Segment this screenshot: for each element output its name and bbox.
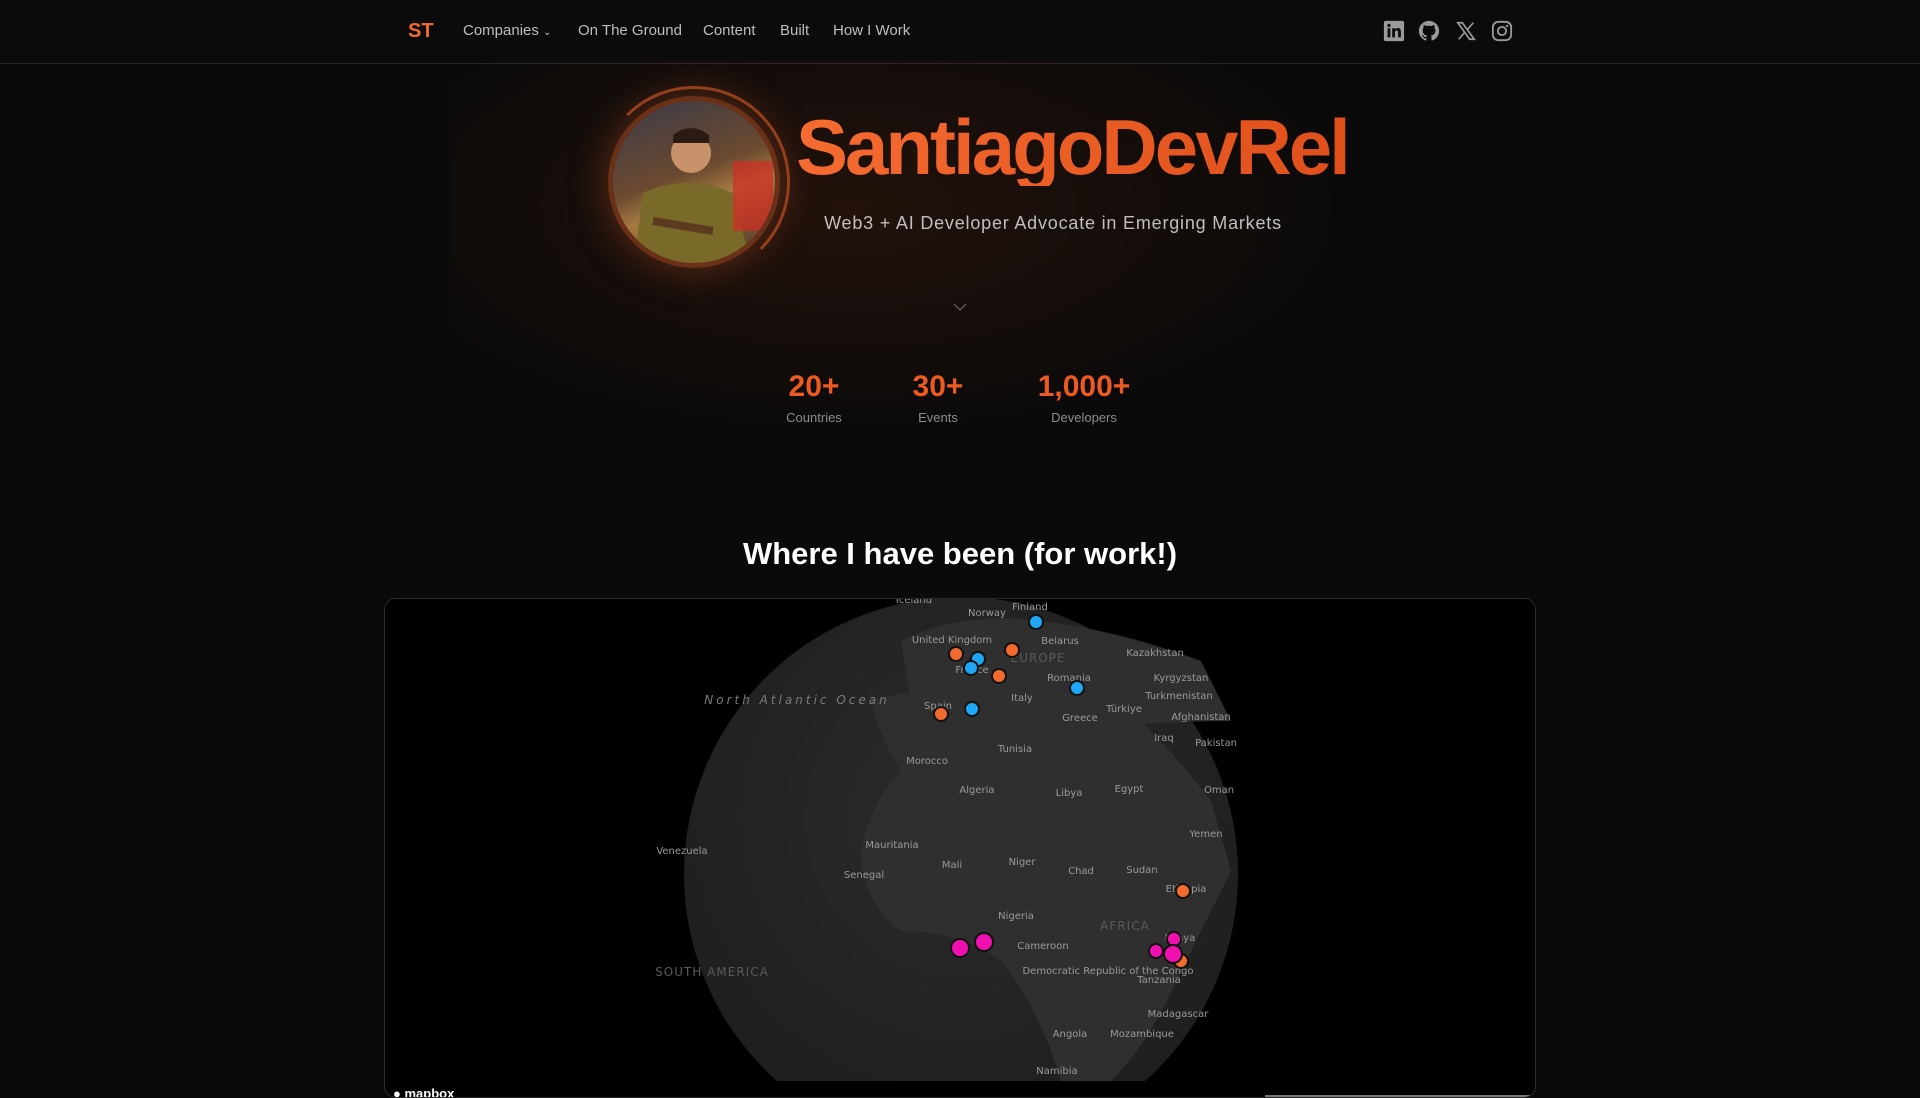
nav-content[interactable]: Content (703, 22, 756, 39)
map-label: Sudan (1126, 865, 1158, 876)
map-label: Algeria (959, 785, 994, 796)
map-label: Oman (1204, 785, 1234, 796)
hero-title: SantiagoDevRel (796, 103, 1351, 191)
map-label: Cameroon (1017, 941, 1068, 952)
map-label: Iraq (1154, 733, 1174, 744)
map-marker-orange[interactable] (948, 646, 964, 662)
scale-bar (1265, 1095, 1535, 1097)
mapbox-logo[interactable]: ● mapbox (393, 1086, 455, 1098)
map-marker-pink[interactable] (1163, 944, 1183, 964)
map-label: Iceland (896, 598, 932, 606)
map-label: Mozambique (1110, 1029, 1174, 1040)
stat-label: Events (918, 410, 958, 425)
map-label: Tanzania (1136, 975, 1181, 986)
map-marker-orange[interactable] (933, 706, 949, 722)
nav-label: Companies (463, 22, 539, 39)
linkedin-icon[interactable] (1383, 20, 1405, 42)
chevron-down-icon: ⌄ (543, 27, 552, 38)
map-label: United Kingdom (912, 635, 992, 646)
map-marker-blue[interactable] (963, 660, 979, 676)
map-label: Norway (968, 608, 1006, 619)
map-label: Kyrgyzstan (1154, 673, 1209, 684)
map-label: Tunisia (997, 744, 1032, 755)
map-label: Angola (1053, 1029, 1088, 1040)
x-icon[interactable] (1455, 20, 1477, 42)
avatar (608, 96, 780, 268)
nav-how-i-work[interactable]: How I Work (833, 22, 910, 39)
nav-built[interactable]: Built (780, 22, 809, 39)
top-nav: ST Companies ⌄ On The Ground Content Bui… (0, 0, 1920, 64)
map-heading: Where I have been (for work!) (742, 536, 1178, 571)
map-label: Italy (1011, 693, 1033, 704)
world-map[interactable]: Iceland Norway Finland United Kingdom Belaru… (384, 598, 1536, 1098)
map-label: Senegal (844, 870, 884, 881)
nav-on-the-ground[interactable]: On The Ground (578, 22, 682, 39)
map-label: Belarus (1041, 636, 1079, 647)
map-label: Greece (1062, 713, 1098, 724)
map-label: Morocco (906, 756, 948, 767)
map-label: Egypt (1115, 784, 1144, 795)
map-marker-orange[interactable] (1004, 642, 1020, 658)
map-label: Afghanistan (1171, 712, 1231, 723)
map-label: North Atlantic Ocean (704, 693, 889, 707)
attribution: mapbox (404, 1086, 455, 1098)
map-label: Romania (1047, 673, 1091, 684)
map-label: Yemen (1188, 829, 1222, 840)
map-label: Chad (1068, 866, 1094, 877)
map-marker-orange[interactable] (1175, 883, 1191, 899)
stat-value: 1,000+ (1037, 370, 1131, 403)
map-label: AFRICA (1100, 919, 1150, 933)
logo[interactable]: ST (408, 20, 434, 43)
nav-companies[interactable]: Companies ⌄ (463, 22, 551, 39)
stat-value: 30+ (912, 370, 964, 403)
map-marker-blue[interactable] (964, 701, 980, 717)
map-label: Mauritania (865, 840, 918, 851)
globe-canvas[interactable]: Iceland Norway Finland United Kingdom Belaru… (384, 598, 1536, 1081)
map-marker-pink[interactable] (1166, 931, 1182, 947)
map-label: Venezuela (656, 846, 707, 857)
map-marker-pink[interactable] (1148, 943, 1164, 959)
stat-events: 30+ Events (858, 370, 1018, 425)
map-marker-pink[interactable] (950, 938, 970, 958)
scroll-down-chevron-icon[interactable] (951, 298, 969, 316)
stat-developers: 1,000+ Developers (1004, 370, 1164, 425)
map-label: Finland (1012, 602, 1048, 613)
hero-subtitle: Web3 + AI Developer Advocate in Emerging… (824, 213, 1282, 233)
map-label: Pakistan (1195, 738, 1237, 749)
map-marker-orange[interactable] (991, 668, 1007, 684)
map-marker-blue[interactable] (1028, 614, 1044, 630)
map-label: Namibia (1036, 1066, 1077, 1077)
map-label: Madagascar (1148, 1009, 1210, 1020)
stat-label: Developers (1051, 410, 1117, 425)
instagram-icon[interactable] (1491, 20, 1513, 42)
map-label: Kazakhstan (1126, 648, 1184, 659)
map-label: Turkmenistan (1144, 691, 1212, 702)
map-label: Libya (1056, 788, 1083, 799)
map-marker-blue[interactable] (1069, 680, 1085, 696)
map-label: Niger (1009, 857, 1037, 868)
map-label: Nigeria (998, 911, 1034, 922)
map-label: Mali (942, 860, 962, 871)
map-label: SOUTH AMERICA (655, 965, 769, 979)
map-label: Türkiye (1105, 704, 1142, 715)
map-marker-pink[interactable] (974, 932, 994, 952)
github-icon[interactable] (1418, 20, 1440, 42)
